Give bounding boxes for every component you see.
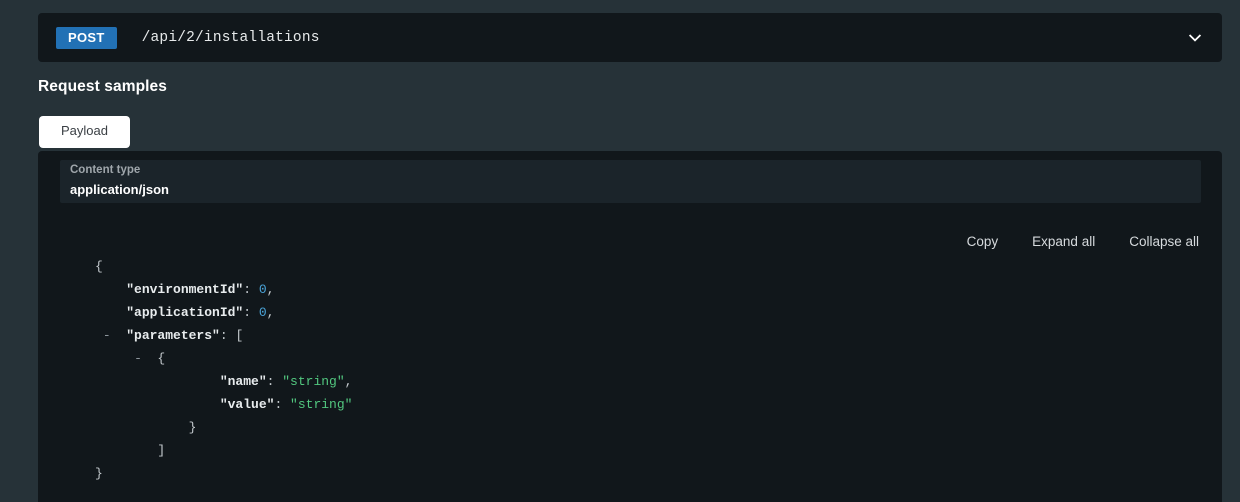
content-type-value: application/json — [70, 182, 169, 197]
request-sample-panel: Content type application/json Copy Expan… — [38, 151, 1222, 502]
code-token: : [ — [219, 328, 244, 343]
code-token: , — [266, 282, 275, 297]
content-type-label: Content type — [70, 164, 141, 176]
collapse-all-button[interactable]: Collapse all — [1129, 234, 1199, 249]
code-token: "parameters" — [126, 328, 220, 343]
copy-button[interactable]: Copy — [967, 234, 999, 249]
chevron-down-icon[interactable] — [1187, 30, 1203, 46]
code-line: "applicationId": 0, — [38, 301, 1222, 324]
code-token: , — [266, 305, 275, 320]
code-token: : — [243, 305, 259, 320]
request-samples-title: Request samples — [38, 78, 167, 95]
code-token: : — [274, 397, 291, 412]
collapse-toggle-icon[interactable]: - — [103, 324, 111, 347]
json-code-block: { "environmentId": 0, "applicationId": 0… — [38, 255, 1222, 502]
content-type-select[interactable]: Content type application/json — [60, 160, 1201, 203]
code-token: } — [95, 466, 103, 481]
code-token: "applicationId" — [126, 305, 244, 320]
endpoint-header-bar[interactable]: POST /api/2/installations — [38, 13, 1222, 62]
code-token: 0 — [258, 305, 267, 320]
code-token: "string" — [290, 397, 353, 412]
code-token: : — [266, 374, 283, 389]
code-line: { — [38, 255, 1222, 278]
code-token: "environmentId" — [126, 282, 244, 297]
code-token: , — [344, 374, 353, 389]
code-line: } — [38, 462, 1222, 485]
code-token: "name" — [219, 374, 267, 389]
code-token: : — [243, 282, 259, 297]
collapse-toggle-icon[interactable]: - — [134, 347, 142, 370]
tab-payload[interactable]: Payload — [39, 116, 130, 148]
code-line: "environmentId": 0, — [38, 278, 1222, 301]
code-line: ] — [38, 439, 1222, 462]
http-method-badge: POST — [56, 26, 117, 49]
code-token: 0 — [258, 282, 267, 297]
code-line: "value": "string" — [38, 393, 1222, 416]
code-token: "string" — [282, 374, 345, 389]
endpoint-path: /api/2/installations — [141, 29, 320, 46]
expand-all-button[interactable]: Expand all — [1032, 234, 1095, 249]
code-line: - { — [38, 347, 1222, 370]
code-line: } — [38, 416, 1222, 439]
code-token: ] — [157, 443, 166, 458]
code-token: { — [157, 351, 166, 366]
code-token: "value" — [219, 397, 275, 412]
code-line: - "parameters": [ — [38, 324, 1222, 347]
code-line: "name": "string", — [38, 370, 1222, 393]
code-token: } — [188, 420, 197, 435]
request-sample-tabs: Payload — [39, 116, 130, 148]
code-token: { — [95, 259, 103, 274]
code-toolbar: Copy Expand all Collapse all — [967, 234, 1199, 249]
